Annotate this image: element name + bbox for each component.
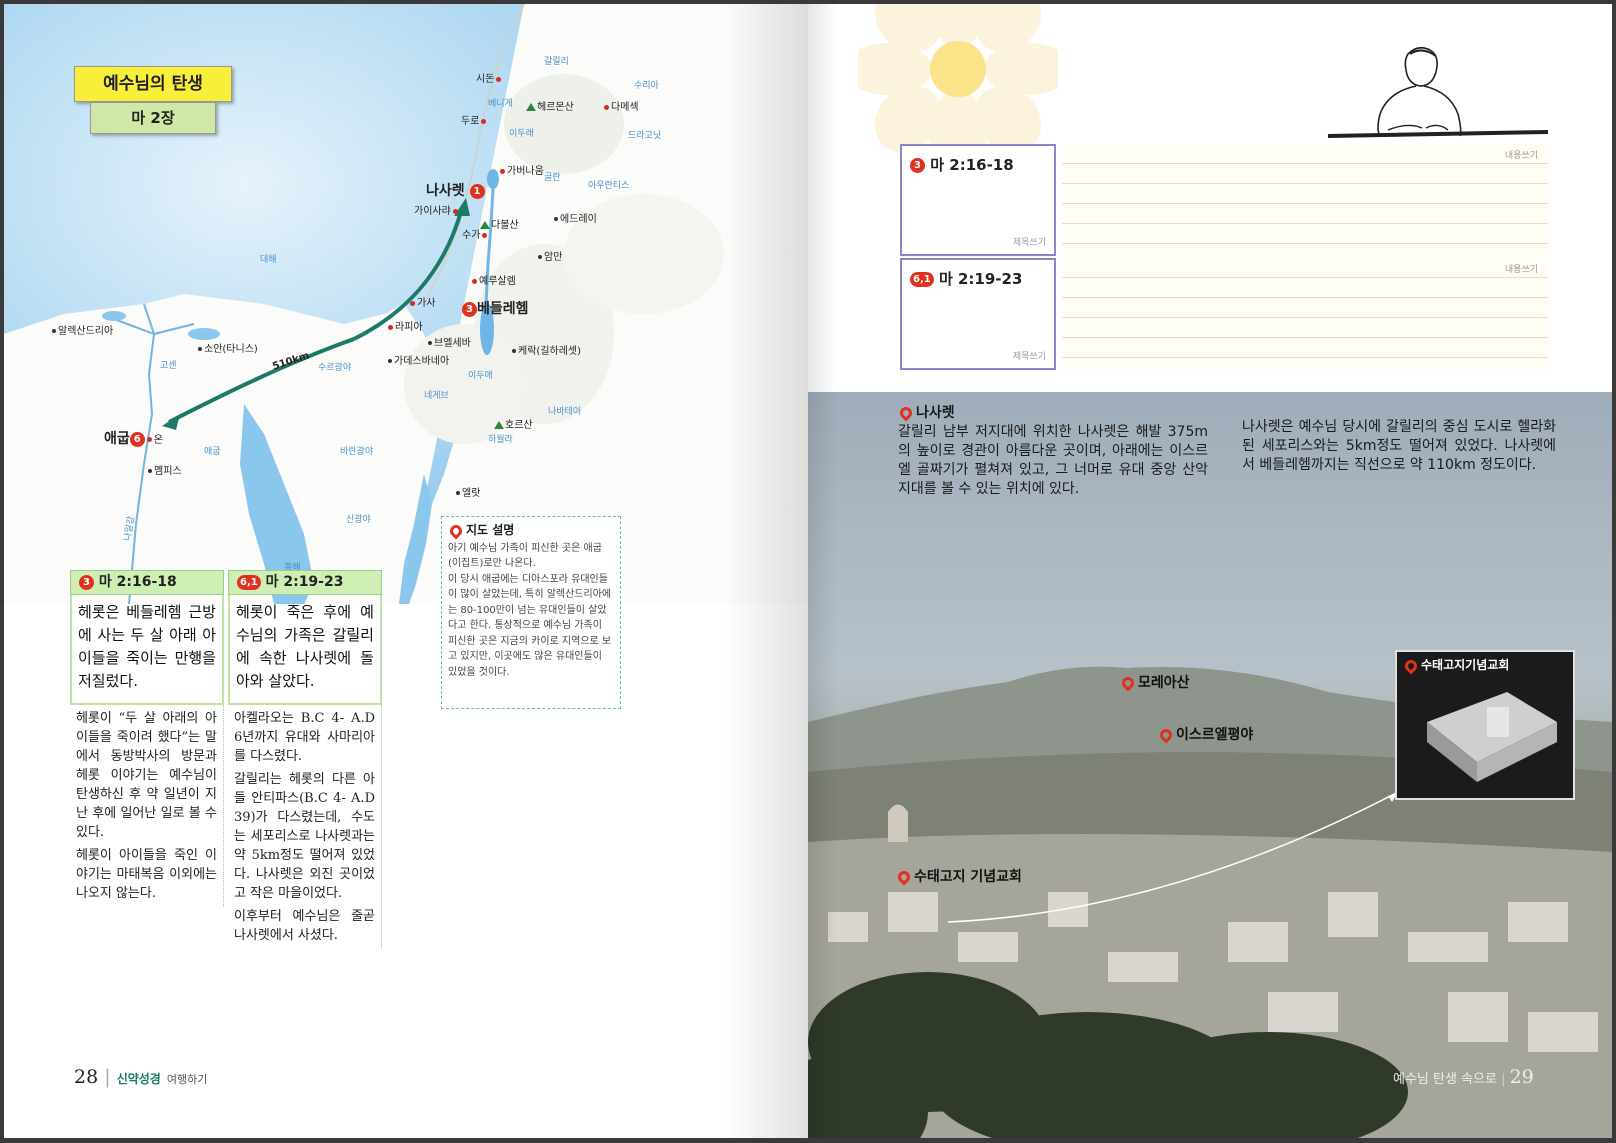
- book-spread: 예수님의 탄생 마 2장 시돈 두로 헤르몬산 다메섹 가버나움 나사렛 1 가…: [0, 0, 1616, 1143]
- region-label: 이두매: [468, 371, 493, 381]
- map-subtitle: 마 2장: [90, 102, 216, 134]
- right-page: 3 마 2:16-18 제목쓰기 내용쓰기 6,1 마 2:19-23 제목쓰기…: [808, 4, 1612, 1138]
- place-bethlehem: 3 베들레헴: [462, 298, 529, 318]
- label-moreh: 모레아산: [1119, 672, 1190, 692]
- place-rafia: 라피아: [386, 318, 423, 333]
- verse-summary: 헤롯은 베들레헴 근방에 사는 두 살 아래 아이들을 죽이는 만행을 저질렀다…: [70, 595, 224, 705]
- person-writing-illustration: [1327, 46, 1549, 138]
- label-church: 수태고지 기념교회: [895, 866, 1022, 886]
- place-sychar: 수가: [462, 226, 489, 241]
- place-tanis: 소안(타니스): [196, 340, 258, 355]
- place-nazareth: 나사렛 1: [426, 180, 485, 200]
- label-jezreel: 이스르엘평야: [1157, 724, 1253, 744]
- verse-column-1: 3 마 2:16-18 헤롯은 베들레헴 근방에 사는 두 살 아래 아이들을 …: [70, 570, 224, 907]
- map: 예수님의 탄생 마 2장 시돈 두로 헤르몬산 다메섹 가버나움 나사렛 1 가…: [4, 4, 808, 604]
- nazareth-paragraph-2: 나사렛은 예수님 당시에 갈릴리의 중심 도시로 헬라화된 세포리스와는 5km…: [1242, 419, 1556, 473]
- region-label: 아우란티스: [588, 181, 630, 191]
- note-card-heading: 6,1 마 2:19-23: [910, 268, 1046, 289]
- region-label: 나바테아: [548, 407, 582, 417]
- note-card-title-hint: 제목쓰기: [1012, 238, 1046, 248]
- region-label: 수리아: [634, 81, 659, 91]
- left-page: 예수님의 탄생 마 2장 시돈 두로 헤르몬산 다메섹 가버나움 나사렛 1 가…: [4, 4, 808, 1138]
- region-label: 고센: [160, 361, 177, 371]
- region-label: 수르광야: [318, 363, 352, 373]
- nazareth-photo: 나사렛 갈릴리 남부 저지대에 위치한 나사렛은 해발 375m의 높이로 경관…: [808, 392, 1612, 1138]
- region-label: 대해: [260, 255, 277, 265]
- place-jerusalem: 예루살렘: [470, 272, 516, 287]
- region-label: 네게브: [424, 391, 449, 401]
- verse-note: 헤롯이 “두 살 아래의 아이들을 죽이려 했다”는 말에서 동방박사의 방문과…: [70, 705, 224, 907]
- right-footer: 예수님 탄생 속으로 | 29: [1393, 1066, 1534, 1088]
- region-label: 베니게: [488, 99, 513, 109]
- region-label: 애굽: [204, 447, 221, 457]
- nazareth-heading: 나사렛: [897, 404, 1208, 423]
- region-label: 바란광야: [340, 447, 374, 457]
- note-lines-2[interactable]: 내용쓰기: [1062, 258, 1548, 370]
- place-damascus: 다메섹: [602, 98, 639, 113]
- place-sidon: 시돈: [476, 70, 503, 85]
- place-capernaum: 가버나움: [498, 162, 544, 177]
- left-footer: 28 | 신약성경 여행하기: [74, 1066, 208, 1088]
- note-card-title-hint: 제목쓰기: [1012, 352, 1046, 362]
- verse-note: 아켈라오는 B.C 4- A.D 6년까지 유대와 사마리아를 다스렸다. 갈릴…: [228, 705, 382, 949]
- place-alexandria: 알렉산드리아: [50, 322, 113, 337]
- region-label: 이두래: [509, 129, 534, 139]
- location-pin-icon: [1157, 726, 1175, 744]
- map-title: 예수님의 탄생: [74, 66, 232, 102]
- note-lines-hint: 내용쓰기: [1504, 265, 1538, 275]
- note-lines-1[interactable]: 내용쓰기: [1062, 144, 1548, 256]
- place-memphis: 멤피스: [146, 462, 182, 477]
- place-beersheba: 브엘세바: [426, 334, 471, 349]
- region-label: 신광야: [346, 515, 371, 525]
- nazareth-paragraph: 갈릴리 남부 저지대에 위치한 나사렛은 해발 375m의 높이로 경관이 아름…: [898, 424, 1208, 497]
- region-label: 갈릴리: [544, 57, 569, 67]
- flower-illustration: [858, 4, 1058, 154]
- note-card-1[interactable]: 3 마 2:16-18 제목쓰기: [900, 144, 1056, 256]
- place-amman: 암만: [536, 248, 562, 263]
- map-description-p2: 이 당시 애굽에는 디아스포라 유대인들이 많이 살았는데, 특히 알렉산드리아…: [448, 573, 612, 678]
- label-church-inset: 수태고지기념교회: [1402, 656, 1509, 674]
- location-pin-icon: [1119, 674, 1137, 692]
- region-label: 하월라: [488, 435, 513, 445]
- place-egypt: 애굽 6 온: [104, 431, 163, 447]
- note-card-2[interactable]: 6,1 마 2:19-23 제목쓰기: [900, 258, 1056, 370]
- map-description-heading: 지도 설명: [447, 522, 614, 539]
- location-pin-icon: [895, 868, 913, 886]
- verse-heading: 6,1 마 2:19-23: [228, 570, 382, 595]
- region-label: 드라고닛: [628, 131, 662, 141]
- map-description: 지도 설명 아기 예수님 가족이 피신한 곳은 애굽(이집트)로만 나온다. 이…: [441, 516, 621, 709]
- place-caesarea: 가이사랴: [414, 202, 460, 217]
- location-pin-icon: [447, 522, 465, 539]
- region-label: 골란: [544, 173, 561, 183]
- map-description-p1: 아기 예수님 가족이 피신한 곳은 애굽(이집트)로만 나온다.: [448, 542, 602, 570]
- location-pin-icon: [897, 404, 915, 422]
- note-lines-hint: 내용쓰기: [1504, 151, 1538, 161]
- place-gaza: 가사: [408, 294, 435, 309]
- place-kerak: 케락(길하레셋): [510, 342, 581, 357]
- verse-column-2: 6,1 마 2:19-23 헤롯이 죽은 후에 예수님의 가족은 갈릴리에 속한…: [228, 570, 382, 949]
- note-card-heading: 3 마 2:16-18: [910, 154, 1046, 175]
- church-diagram: [1427, 692, 1557, 782]
- place-edrei: 에드레이: [552, 210, 597, 225]
- place-elath: 엘랏: [454, 484, 480, 499]
- verse-summary: 헤롯이 죽은 후에 예수님의 가족은 갈릴리에 속한 나사렛에 돌아와 살았다.: [228, 595, 382, 705]
- verse-heading: 3 마 2:16-18: [70, 570, 224, 595]
- location-pin-icon: [1402, 657, 1420, 674]
- church-inset: 수태고지기념교회: [1395, 650, 1575, 800]
- place-hermon: 헤르몬산: [526, 98, 574, 113]
- place-hor: 호르산: [494, 416, 533, 431]
- nazareth-description: 나사렛 갈릴리 남부 저지대에 위치한 나사렛은 해발 375m의 높이로 경관…: [897, 404, 1208, 499]
- place-tyre: 두로: [461, 112, 488, 127]
- place-kadesh: 가데스바네아: [386, 352, 449, 367]
